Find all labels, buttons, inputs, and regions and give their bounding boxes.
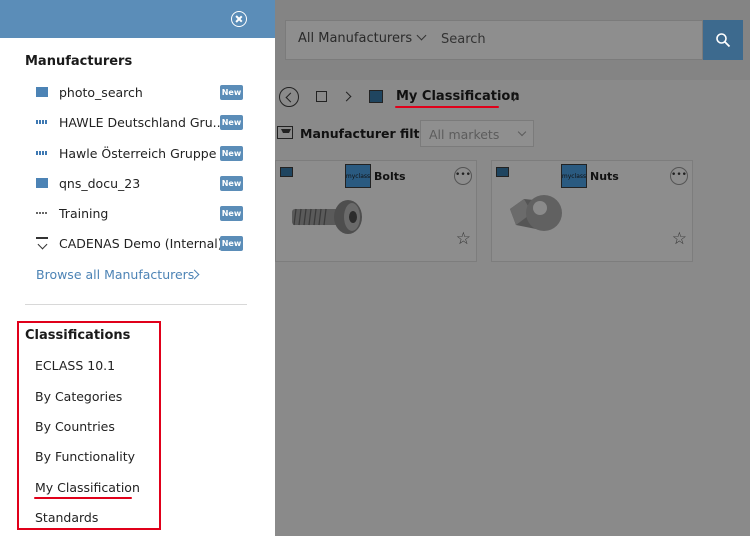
favorite-star-icon[interactable]: ☆ (672, 231, 687, 248)
favorite-star-icon[interactable]: ☆ (456, 231, 471, 248)
new-badge: New (220, 236, 243, 251)
nut-image (510, 195, 562, 231)
manufacturer-item[interactable]: photo_search New (0, 80, 275, 110)
bolt-image (292, 200, 362, 234)
panel-header (0, 0, 275, 38)
manufacturer-label: photo_search (59, 85, 143, 100)
logo-text: myclass (345, 172, 371, 180)
highlight-underline (34, 497, 132, 499)
chevron-down-icon (416, 30, 427, 41)
manufacturer-item[interactable]: Hawle Österreich Gruppe New (0, 141, 275, 171)
classification-item-functionality[interactable]: By Functionality (35, 449, 135, 464)
highlight-underline (395, 106, 499, 108)
hawle-logo-icon (36, 151, 48, 155)
search-icon (716, 33, 731, 48)
breadcrumb: My Classification (275, 82, 750, 112)
manufacturer-label: HAWLE Deutschland Gru... (59, 115, 225, 130)
manufacturer-select-label: All Manufacturers (298, 31, 413, 46)
card-title: Bolts (374, 170, 406, 183)
divider (25, 304, 247, 305)
manufacturer-label: Training (59, 206, 109, 221)
hawle-logo-icon (36, 120, 48, 124)
search-input[interactable]: Search (441, 32, 486, 47)
new-badge: New (220, 176, 243, 191)
more-options-icon[interactable]: ••• (454, 167, 472, 185)
manufacturer-item[interactable]: CADENAS Demo (Internal) New (0, 231, 275, 261)
classification-item-standards[interactable]: Standards (35, 510, 98, 525)
browse-all-manufacturers-link[interactable]: Browse all Manufacturers (36, 267, 194, 282)
new-badge: New (220, 115, 243, 130)
logo-text: myclass (561, 172, 587, 180)
filter-label: Manufacturer filter (300, 126, 435, 141)
filter-row: Manufacturer filter All markets (275, 120, 750, 148)
search-button[interactable] (703, 20, 743, 60)
back-button[interactable] (279, 87, 299, 107)
classifications-heading: Classifications (25, 328, 131, 343)
manufacturer-item[interactable]: HAWLE Deutschland Gru... New (0, 110, 275, 140)
training-logo-icon (36, 212, 48, 214)
breadcrumb-current[interactable]: My Classification (396, 89, 520, 104)
folder-icon (36, 87, 48, 97)
new-badge: New (220, 146, 243, 161)
category-card-bolts[interactable]: myclass Bolts ••• ☆ (275, 160, 477, 262)
more-options-icon[interactable]: ••• (670, 167, 688, 185)
new-badge: New (220, 206, 243, 221)
new-badge: New (220, 85, 243, 100)
side-panel: Manufacturers photo_search New HAWLE Deu… (0, 0, 275, 536)
manufacturer-item[interactable]: Training New (0, 201, 275, 231)
manufacturer-item[interactable]: qns_docu_23 New (0, 171, 275, 201)
markets-select-value: All markets (429, 127, 500, 142)
manufacturer-label: Hawle Österreich Gruppe (59, 146, 217, 161)
back-arrow-icon (285, 92, 295, 102)
filter-icon (277, 126, 293, 139)
manufacturer-label: CADENAS Demo (Internal) (59, 236, 223, 251)
classification-item-my-classification[interactable]: My Classification (35, 480, 140, 495)
manufacturer-select[interactable]: All Manufacturers (298, 30, 427, 46)
card-title: Nuts (590, 170, 619, 183)
manufacturer-label: qns_docu_23 (59, 176, 141, 191)
manufacturers-heading: Manufacturers (25, 54, 133, 69)
cadenas-logo-icon (36, 237, 48, 248)
close-icon[interactable] (231, 11, 247, 27)
classification-item-categories[interactable]: By Categories (35, 389, 122, 404)
folder-icon (280, 167, 293, 177)
markets-select[interactable]: All markets (420, 120, 534, 147)
folder-icon (496, 167, 509, 177)
chevron-right-icon (341, 91, 352, 102)
home-icon[interactable] (316, 91, 327, 102)
category-card-nuts[interactable]: myclass Nuts ••• ☆ (491, 160, 693, 262)
classification-item-countries[interactable]: By Countries (35, 419, 115, 434)
chevron-down-icon (517, 127, 527, 137)
folder-icon (36, 178, 48, 188)
classification-item-eclass[interactable]: ECLASS 10.1 (35, 358, 115, 373)
classification-logo-icon (369, 90, 383, 103)
